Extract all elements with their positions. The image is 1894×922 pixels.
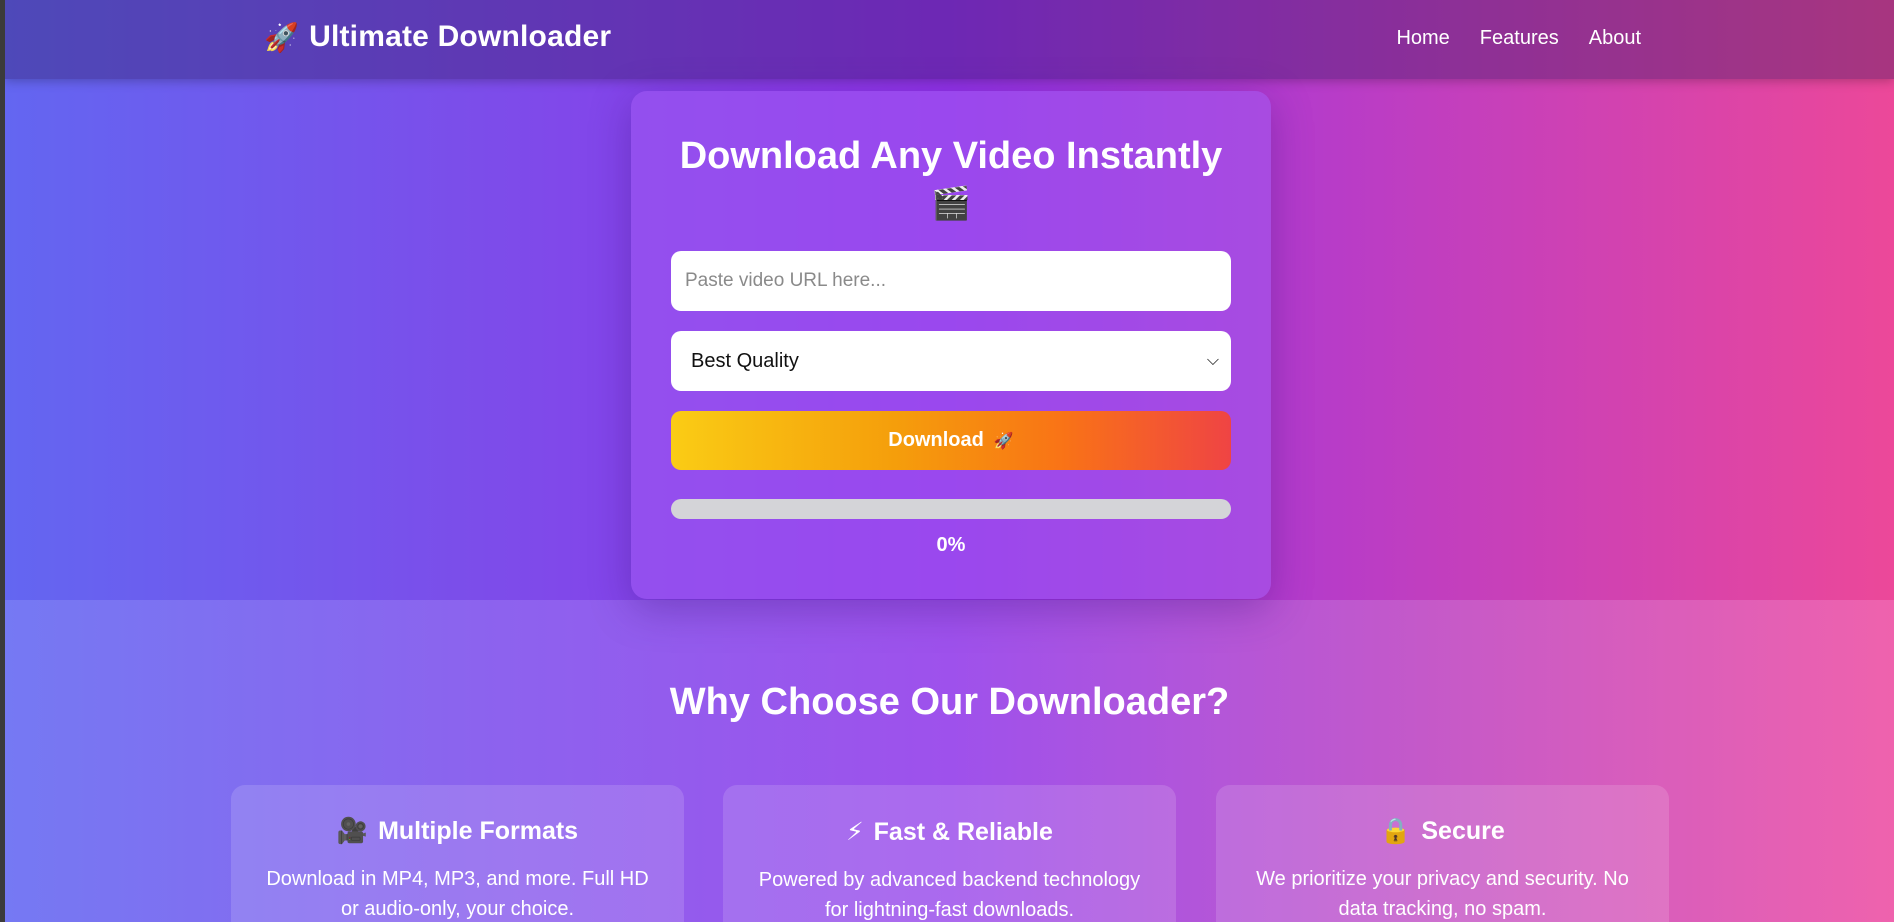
- feature-card-formats: 🎥 Multiple Formats Download in MP4, MP3,…: [231, 785, 684, 922]
- brand-logo[interactable]: 🚀 Ultimate Downloader: [264, 20, 611, 54]
- download-card: Download Any Video Instantly 🎬 Best Qual…: [631, 91, 1271, 599]
- feature-card-text: Powered by advanced backend technology f…: [758, 869, 1141, 921]
- feature-title-text: Secure: [1421, 817, 1505, 845]
- features-heading: Why Choose Our Downloader?: [669, 681, 1230, 723]
- lock-icon: 🔒: [1380, 817, 1412, 845]
- page-background: 🚀 Ultimate Downloader Home Features Abou…: [5, 0, 1894, 922]
- progress-percent-text: 0%: [936, 534, 966, 556]
- feature-title-text: Multiple Formats: [378, 817, 579, 845]
- video-camera-icon: 🎥: [336, 817, 369, 845]
- nav-about-link[interactable]: About: [1589, 27, 1641, 50]
- feature-card-title: 🔒 Secure: [1216, 817, 1669, 846]
- card-title: Download Any Video Instantly 🎬: [631, 133, 1271, 226]
- lightning-icon: ⚡: [846, 818, 864, 846]
- main-nav: Home Features About: [1396, 27, 1641, 50]
- feature-card-title: 🎥 Multiple Formats: [231, 817, 684, 846]
- feature-card-secure: 🔒 Secure We prioritize your privacy and …: [1216, 785, 1669, 922]
- chevron-down-icon: ⌵: [1206, 352, 1219, 369]
- feature-card-title: ⚡ Fast & Reliable: [723, 817, 1176, 847]
- quality-selected-value: Best Quality: [691, 349, 799, 372]
- feature-card-fast: ⚡ Fast & Reliable Powered by advanced ba…: [723, 785, 1176, 922]
- feature-card-text: We prioritize your privacy and security.…: [1256, 868, 1629, 920]
- download-button-label: Download: [888, 429, 984, 451]
- feature-card-text: Download in MP4, MP3, and more. Full HD …: [266, 868, 649, 920]
- quality-select[interactable]: Best Quality ⌵: [671, 331, 1231, 391]
- clapperboard-icon: 🎬: [931, 185, 971, 221]
- feature-title-text: Fast & Reliable: [873, 817, 1053, 846]
- nav-features-link[interactable]: Features: [1480, 27, 1559, 50]
- progress-bar: [671, 499, 1231, 519]
- video-url-input[interactable]: [671, 251, 1231, 311]
- rocket-icon: 🚀: [993, 432, 1014, 450]
- card-title-text: Download Any Video Instantly: [679, 135, 1223, 177]
- nav-home-link[interactable]: Home: [1396, 27, 1449, 50]
- rocket-icon: 🚀: [264, 21, 300, 53]
- download-button[interactable]: Download 🚀: [671, 411, 1231, 470]
- brand-name: Ultimate Downloader: [309, 20, 612, 53]
- top-navbar: 🚀 Ultimate Downloader Home Features Abou…: [5, 0, 1894, 79]
